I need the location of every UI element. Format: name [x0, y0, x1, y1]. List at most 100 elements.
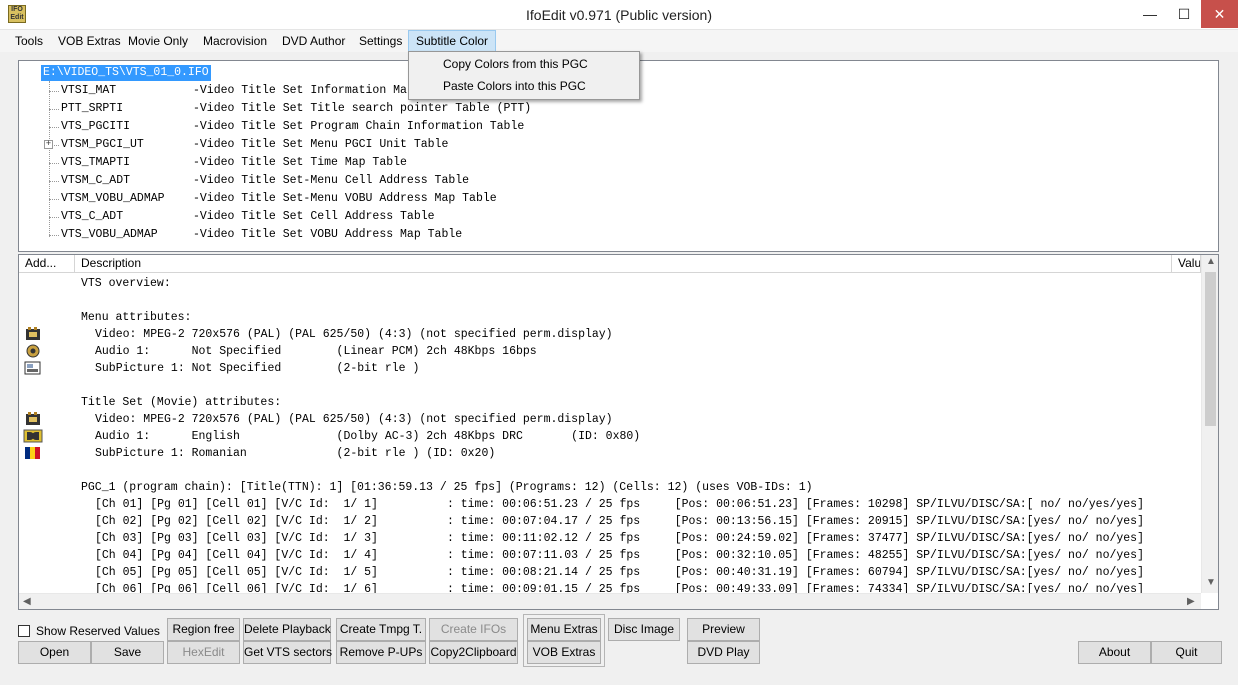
- tree-node-description: -Video Title Set-Menu Cell Address Table: [193, 174, 470, 187]
- column-header-description[interactable]: Description: [75, 255, 1172, 273]
- menu-subtitle-color[interactable]: Subtitle Color: [408, 30, 497, 52]
- about-button[interactable]: About: [1078, 641, 1151, 664]
- tree-node[interactable]: + VTSM_PGCI_UT -Video Title Set Menu PGCI …: [19, 136, 1209, 154]
- column-header-value[interactable]: Valu: [1172, 255, 1201, 273]
- tree-branch-line: [49, 235, 59, 236]
- menu-paste-colors[interactable]: Paste Colors into this PGC: [443, 75, 586, 97]
- list-item[interactable]: SubPicture 1: Not Specified (2-bit rle ): [95, 360, 419, 377]
- preview-button[interactable]: Preview: [687, 618, 760, 641]
- list-item[interactable]: Audio 1: English (Dolby AC-3) 2ch 48Kbps…: [95, 428, 640, 445]
- window-title: IfoEdit v0.971 (Public version): [526, 7, 712, 23]
- list-item[interactable]: [Ch 01] [Pg 01] [Cell 01] [V/C Id: 1/ 1]…: [95, 496, 1144, 513]
- dolby-icon: [23, 428, 43, 444]
- tree-branch-line: [49, 181, 59, 182]
- tree-node[interactable]: VTS_PGCITI -Video Title Set Program Chain…: [19, 118, 1209, 136]
- minimize-button[interactable]: —: [1133, 0, 1167, 28]
- tree-node-name: VTS_VOBU_ADMAP: [61, 228, 158, 241]
- tree-branch-line: [49, 199, 59, 200]
- list-item[interactable]: Menu attributes:: [81, 309, 191, 326]
- tree-node-description: -Video Title Set-Menu VOBU Address Map T…: [193, 192, 497, 205]
- tree-node-description: -Video Title Set Menu PGCI Unit Table: [193, 138, 449, 151]
- scroll-right-arrow-icon[interactable]: ▶: [1187, 596, 1195, 607]
- list-item[interactable]: [Ch 03] [Pg 03] [Cell 03] [V/C Id: 1/ 3]…: [95, 530, 1144, 547]
- dvd-play-button[interactable]: DVD Play: [687, 641, 760, 664]
- tree-node-description: -Video Title Set Time Map Table: [193, 156, 407, 169]
- vertical-scroll-thumb[interactable]: [1205, 272, 1216, 426]
- copy2clipboard-button[interactable]: Copy2Clipboard: [429, 641, 518, 664]
- scroll-down-arrow-icon[interactable]: ▼: [1206, 577, 1216, 588]
- list-item[interactable]: [Ch 04] [Pg 04] [Cell 04] [V/C Id: 1/ 4]…: [95, 547, 1144, 564]
- scroll-up-arrow-icon[interactable]: ▲: [1206, 256, 1216, 267]
- tree-node-name: VTSM_PGCI_UT: [61, 138, 144, 151]
- film-icon: [23, 326, 43, 342]
- list-item[interactable]: Video: MPEG-2 720x576 (PAL) (PAL 625/50)…: [95, 411, 613, 428]
- menu-movie-only[interactable]: Movie Only: [121, 30, 195, 52]
- tree-node-name: PTT_SRPTI: [61, 102, 124, 115]
- menu-bar: Tools VOB Extras Movie Only Macrovision …: [0, 30, 1238, 52]
- list-item[interactable]: Video: MPEG-2 720x576 (PAL) (PAL 625/50)…: [95, 326, 613, 343]
- tree-node-description: -Video Title Set Cell Address Table: [193, 210, 435, 223]
- list-body: VTS overview: Menu attributes: Video: MPEG…: [19, 275, 1199, 596]
- quit-button[interactable]: Quit: [1151, 641, 1222, 664]
- create-tmpg-button[interactable]: Create Tmpg T.: [336, 618, 426, 641]
- list-item[interactable]: SubPicture 1: Romanian (2-bit rle ) (ID:…: [95, 445, 495, 462]
- tree-node-name: VTSI_MAT: [61, 84, 117, 97]
- speaker-icon: [23, 343, 43, 359]
- region-free-button[interactable]: Region free: [167, 618, 240, 641]
- list-item[interactable]: [Ch 05] [Pg 05] [Cell 05] [V/C Id: 1/ 5]…: [95, 564, 1144, 581]
- tree-branch-line: [49, 127, 59, 128]
- hexedit-button[interactable]: HexEdit: [167, 641, 240, 664]
- tree-branch-line: [49, 91, 59, 92]
- disc-image-button[interactable]: Disc Image: [608, 618, 680, 641]
- tree-node-description: -Video Title Set Title search pointer Ta…: [193, 102, 532, 115]
- menu-macrovision[interactable]: Macrovision: [196, 30, 274, 52]
- tree-branch-line: [49, 163, 59, 164]
- tree-node[interactable]: VTSM_VOBU_ADMAP -Video Title Set-Menu VOB…: [19, 190, 1209, 208]
- menu-settings[interactable]: Settings: [352, 30, 409, 52]
- delete-playback-button[interactable]: Delete Playback: [243, 618, 331, 641]
- column-header-address[interactable]: Add...: [19, 255, 75, 273]
- tree-node-description: -Video Title Set Information Ma: [193, 84, 407, 97]
- open-button[interactable]: Open: [18, 641, 91, 664]
- tree-node[interactable]: VTS_TMAPTI -Video Title Set Time Map Tabl…: [19, 154, 1209, 172]
- tree-root-node[interactable]: E:\VIDEO_TS\VTS_01_0.IFO: [41, 65, 211, 81]
- tree-node-description: -Video Title Set VOBU Address Map Table: [193, 228, 463, 241]
- subtitle-color-dropdown: Copy Colors from this PGC Paste Colors i…: [408, 51, 640, 100]
- list-item[interactable]: Title Set (Movie) attributes:: [81, 394, 281, 411]
- list-item[interactable]: [Ch 02] [Pg 02] [Cell 02] [V/C Id: 1/ 2]…: [95, 513, 1144, 530]
- expand-plus-icon[interactable]: +: [44, 140, 53, 149]
- tree-branch-line: [49, 217, 59, 218]
- menu-copy-colors[interactable]: Copy Colors from this PGC: [443, 53, 588, 75]
- create-ifos-button[interactable]: Create IFOs: [429, 618, 518, 641]
- get-vts-sectors-button[interactable]: Get VTS sectors: [243, 641, 332, 664]
- list-item[interactable]: VTS overview:: [81, 275, 171, 292]
- remove-pups-button[interactable]: Remove P-UPs: [336, 641, 426, 664]
- tree-node[interactable]: VTSM_C_ADT -Video Title Set-Menu Cell Add…: [19, 172, 1209, 190]
- menu-dvd-author[interactable]: DVD Author: [275, 30, 352, 52]
- vob-extras-button[interactable]: VOB Extras: [527, 641, 601, 664]
- show-reserved-values-checkbox[interactable]: [18, 625, 30, 637]
- list-item[interactable]: Audio 1: Not Specified (Linear PCM) 2ch …: [95, 343, 537, 360]
- title-bar: IFO Edit IfoEdit v0.971 (Public version)…: [0, 0, 1238, 30]
- list-item[interactable]: PGC_1 (program chain): [Title(TTN): 1] […: [81, 479, 813, 496]
- menu-tools[interactable]: Tools: [8, 30, 50, 52]
- tree-node-name: VTS_PGCITI: [61, 120, 131, 133]
- romania-flag-icon: [23, 445, 43, 461]
- save-button[interactable]: Save: [91, 641, 164, 664]
- menu-vob-extras[interactable]: VOB Extras: [51, 30, 128, 52]
- vertical-scrollbar[interactable]: ▲ ▼: [1201, 255, 1218, 593]
- tree-node-name: VTS_TMAPTI: [61, 156, 131, 169]
- tree-node[interactable]: VTS_C_ADT -Video Title Set Cell Address T…: [19, 208, 1209, 226]
- horizontal-scrollbar[interactable]: ◀ ▶: [19, 593, 1201, 609]
- film-icon: [23, 411, 43, 427]
- menu-extras-button[interactable]: Menu Extras: [527, 618, 601, 641]
- tree-node[interactable]: VTS_VOBU_ADMAP -Video Title Set VOBU Addr…: [19, 226, 1209, 244]
- tree-node[interactable]: PTT_SRPTI -Video Title Set Title search p…: [19, 100, 1209, 118]
- tree-node-name: VTSM_C_ADT: [61, 174, 131, 187]
- maximize-button[interactable]: ☐: [1167, 0, 1201, 28]
- details-list[interactable]: Add... Description Valu VTS overview: Men…: [18, 254, 1219, 610]
- scroll-left-arrow-icon[interactable]: ◀: [23, 596, 31, 607]
- tree-node-name: VTSM_VOBU_ADMAP: [61, 192, 165, 205]
- tree-node-name: VTS_C_ADT: [61, 210, 124, 223]
- close-button[interactable]: ✕: [1201, 0, 1238, 28]
